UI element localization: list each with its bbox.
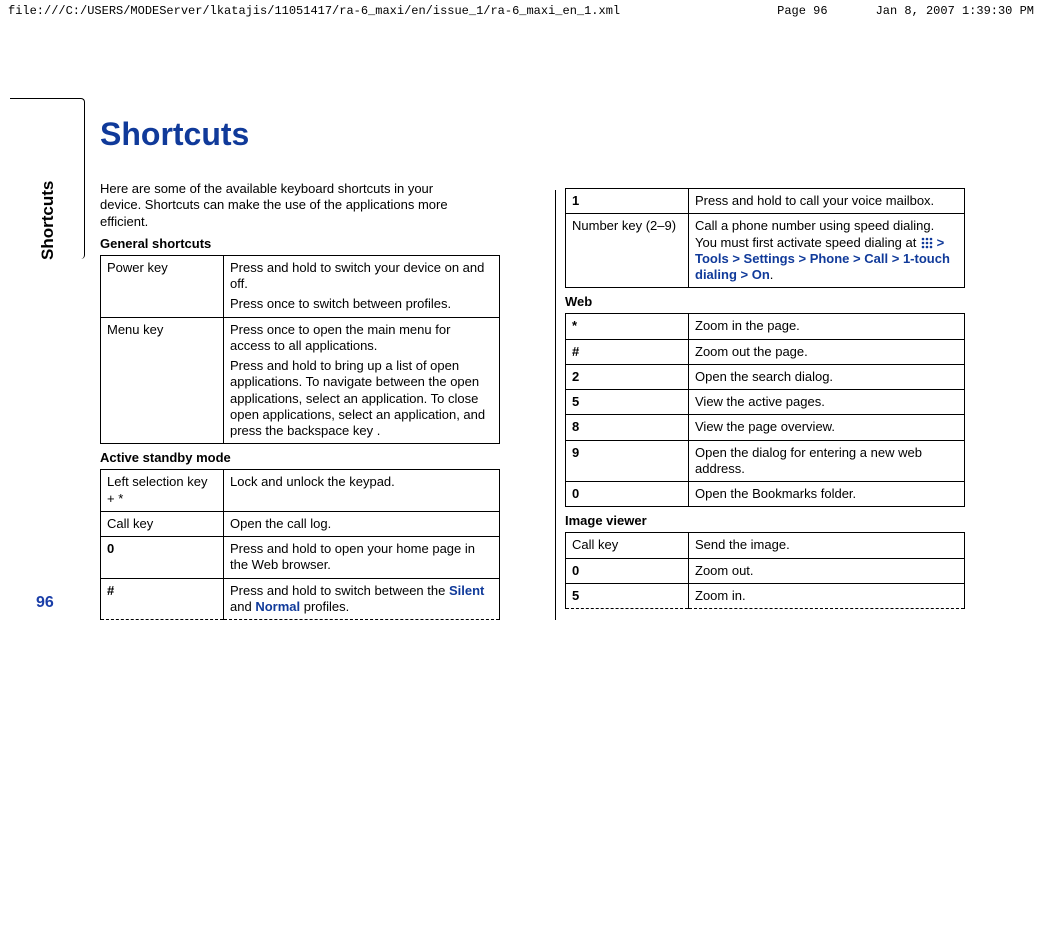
table-row: Power key Press and hold to switch your … xyxy=(101,255,500,317)
cell-desc: Open the dialog for entering a new web a… xyxy=(689,440,965,482)
table-row: 5Zoom in. xyxy=(566,583,965,608)
table-general: Power key Press and hold to switch your … xyxy=(100,255,500,445)
cell-desc: View the page overview. xyxy=(689,415,965,440)
cell-desc: Press and hold to open your home page in… xyxy=(224,537,500,579)
cell-key: Left selection key + * xyxy=(101,470,224,512)
table-image: Call keySend the image. 0Zoom out. 5Zoom… xyxy=(565,532,965,609)
table-standby-left: Left selection key + * Lock and unlock t… xyxy=(100,469,500,620)
table-row: 9Open the dialog for entering a new web … xyxy=(566,440,965,482)
cell-desc: Send the image. xyxy=(689,533,965,558)
file-path: file:///C:/USERS/MODEServer/lkatajis/110… xyxy=(8,4,620,18)
cell-desc: Press and hold to switch your device on … xyxy=(224,255,500,317)
section-web-label: Web xyxy=(565,294,1006,309)
profile-link-normal: Normal xyxy=(255,599,300,614)
table-row: Left selection key + * Lock and unlock t… xyxy=(101,470,500,512)
table-row: Menu key Press once to open the main men… xyxy=(101,317,500,444)
table-row: 0Zoom out. xyxy=(566,558,965,583)
header-date: Jan 8, 2007 1:39:30 PM xyxy=(876,4,1034,18)
nav-on: On xyxy=(752,267,770,282)
section-general-label: General shortcuts xyxy=(100,236,541,251)
cell-key: 8 xyxy=(566,415,689,440)
table-row: 5View the active pages. xyxy=(566,390,965,415)
section-standby-label: Active standby mode xyxy=(100,450,541,465)
cell-key: Number key (2–9) xyxy=(566,214,689,288)
table-row: Call key Open the call log. xyxy=(101,511,500,536)
cell-key: Call key xyxy=(566,533,689,558)
desc-line: Press once to open the main menu for acc… xyxy=(230,322,493,355)
desc-line: Press and hold to bring up a list of ope… xyxy=(230,358,493,439)
cell-desc: Zoom out the page. xyxy=(689,339,965,364)
page-number: 96 xyxy=(36,594,54,612)
profile-link-silent: Silent xyxy=(449,583,484,598)
nav-call: Call xyxy=(864,251,888,266)
cell-key: 0 xyxy=(101,537,224,579)
cell-desc: Zoom in the page. xyxy=(689,314,965,339)
table-standby-right: 1 Press and hold to call your voice mail… xyxy=(565,188,965,288)
cell-desc: Call a phone number using speed dialing.… xyxy=(689,214,965,288)
cell-desc: Press once to open the main menu for acc… xyxy=(224,317,500,444)
desc-line: Press once to switch between profiles. xyxy=(230,296,493,312)
nav-phone: Phone xyxy=(810,251,850,266)
intro-text: Here are some of the available keyboard … xyxy=(100,181,470,230)
table-row: *Zoom in the page. xyxy=(566,314,965,339)
cell-key: 9 xyxy=(566,440,689,482)
cell-key: # xyxy=(566,339,689,364)
side-tab-label: Shortcuts xyxy=(38,181,58,260)
cell-desc: Open the Bookmarks folder. xyxy=(689,482,965,507)
cell-desc: Zoom in. xyxy=(689,583,965,608)
page-title: Shortcuts xyxy=(100,116,541,153)
menu-grid-icon xyxy=(920,236,933,249)
cell-key: 0 xyxy=(566,482,689,507)
nav-settings: Settings xyxy=(744,251,795,266)
section-image-label: Image viewer xyxy=(565,513,1006,528)
cell-desc: Open the search dialog. xyxy=(689,364,965,389)
cell-key: 5 xyxy=(566,583,689,608)
nav-tools: Tools xyxy=(695,251,729,266)
cell-key: 0 xyxy=(566,558,689,583)
cell-desc: Press and hold to call your voice mailbo… xyxy=(689,189,965,214)
cell-key: 5 xyxy=(566,390,689,415)
desc-line: Press and hold to switch your device on … xyxy=(230,260,493,293)
cell-key: 2 xyxy=(566,364,689,389)
table-row: 1 Press and hold to call your voice mail… xyxy=(566,189,965,214)
table-row: Number key (2–9) Call a phone number usi… xyxy=(566,214,965,288)
cell-desc: View the active pages. xyxy=(689,390,965,415)
cell-key: * xyxy=(566,314,689,339)
file-header: file:///C:/USERS/MODEServer/lkatajis/110… xyxy=(0,0,1042,20)
table-row: 8View the page overview. xyxy=(566,415,965,440)
cell-key: # xyxy=(101,578,224,620)
cell-key: Call key xyxy=(101,511,224,536)
header-page: Page 96 xyxy=(777,4,827,18)
cell-desc: Lock and unlock the keypad. xyxy=(224,470,500,512)
cell-desc: Open the call log. xyxy=(224,511,500,536)
table-row: Call keySend the image. xyxy=(566,533,965,558)
table-row: 0Open the Bookmarks folder. xyxy=(566,482,965,507)
table-row: 2Open the search dialog. xyxy=(566,364,965,389)
cell-desc: Zoom out. xyxy=(689,558,965,583)
cell-key: Power key xyxy=(101,255,224,317)
table-row: # Press and hold to switch between the S… xyxy=(101,578,500,620)
cell-desc: Press and hold to switch between the Sil… xyxy=(224,578,500,620)
table-row: #Zoom out the page. xyxy=(566,339,965,364)
table-web: *Zoom in the page. #Zoom out the page. 2… xyxy=(565,313,965,507)
table-row: 0 Press and hold to open your home page … xyxy=(101,537,500,579)
cell-key: Menu key xyxy=(101,317,224,444)
cell-key: 1 xyxy=(566,189,689,214)
